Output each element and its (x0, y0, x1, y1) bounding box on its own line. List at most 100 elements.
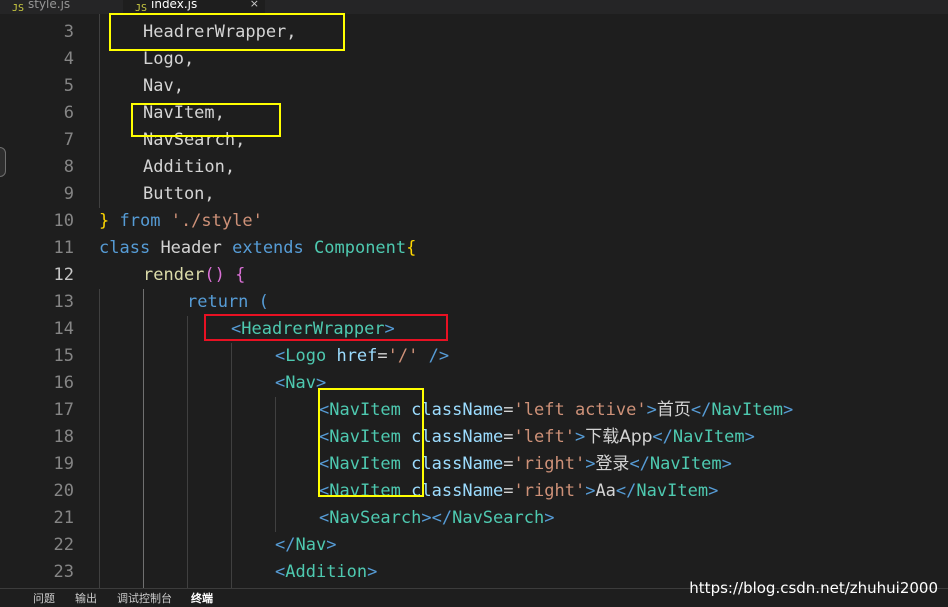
code-token: = (503, 400, 514, 420)
code-token: > (708, 481, 719, 501)
code-line-current: render() { (143, 262, 245, 289)
code-token: './style' (170, 211, 263, 231)
code-line: Logo, (143, 46, 194, 73)
code-token: NavItem (711, 400, 783, 420)
code-token: > (315, 373, 327, 393)
code-token: Logo (285, 346, 327, 366)
line-number: 14 (53, 319, 74, 339)
close-icon[interactable]: × (250, 0, 259, 14)
code-token: < (319, 400, 330, 420)
panel-tab-output[interactable]: 输出 (75, 591, 97, 607)
code-token: > (744, 427, 755, 447)
line-number: 10 (53, 211, 74, 231)
code-token: < (319, 427, 330, 447)
indent-guide (275, 397, 276, 532)
code-token: > (544, 508, 555, 528)
code-token: 'left' (513, 427, 575, 447)
code-token: () (204, 265, 225, 285)
indent-guide (99, 289, 100, 588)
code-line: </Nav> (275, 532, 336, 559)
code-token: = (377, 346, 388, 366)
panel-tab-problems[interactable]: 问题 (33, 591, 55, 607)
code-token: extends (232, 238, 304, 258)
code-token: /> (428, 346, 450, 366)
code-token: < (319, 454, 330, 474)
tab-style-js[interactable]: JS style.js (0, 0, 122, 14)
code-token: ( (258, 292, 269, 312)
code-line: } from './style' (99, 208, 263, 235)
line-number-current: 12 (53, 265, 74, 285)
code-token: className (411, 427, 504, 447)
code-token: return (187, 292, 249, 312)
indent-guide-active (143, 289, 144, 588)
code-token: > (721, 454, 732, 474)
code-line: <NavItem className='right'>Aa</NavItem> (319, 478, 718, 505)
line-number: 17 (53, 400, 74, 420)
code-token: NavSearch (452, 508, 545, 528)
code-token: NavItem (672, 427, 745, 447)
code-token: HeadrerWrapper (241, 319, 385, 339)
code-token: NavItem, (143, 103, 225, 123)
line-number: 3 (63, 22, 74, 42)
code-token: Header (160, 238, 222, 258)
line-number: 5 (63, 76, 74, 96)
tab-label: style.js (28, 0, 71, 11)
code-token: Nav, (143, 76, 184, 96)
code-line: Addition, (143, 154, 235, 181)
line-number: 8 (63, 157, 74, 177)
code-token: > (574, 427, 586, 447)
code-line: Button, (143, 181, 215, 208)
code-token: class (99, 238, 151, 258)
tab-index-js[interactable]: JS index.js × (123, 0, 265, 14)
code-token: 首页 (656, 400, 691, 420)
code-token: < (275, 373, 286, 393)
line-number-gutter: 3 4 5 6 7 8 9 10 11 12 13 14 15 16 17 18… (12, 14, 78, 588)
indent-guide (99, 14, 100, 208)
code-token: 'left active' (513, 400, 647, 420)
code-token: NavItem (329, 481, 401, 501)
code-token: </ (275, 535, 296, 555)
panel-tab-debug-console[interactable]: 调试控制台 (117, 591, 172, 607)
code-token: NavSearch (329, 508, 422, 528)
code-line: return ( (187, 289, 269, 316)
code-token: Nav (285, 373, 316, 393)
code-token: </ (690, 400, 712, 420)
activity-bar-edge (0, 14, 12, 588)
code-token: NavSearch, (143, 130, 246, 150)
code-editor[interactable]: HeadrerWrapper, Logo, Nav, NavItem, NavS… (99, 14, 948, 588)
code-token: 下载App (585, 427, 653, 447)
code-token: > (326, 535, 337, 555)
line-number: 4 (63, 49, 74, 69)
code-token: Aa (595, 481, 616, 501)
sidebar-toggle-handle[interactable] (0, 147, 6, 177)
tab-label: index.js (151, 0, 198, 11)
code-token: Addition (285, 562, 368, 582)
code-token: Logo, (143, 49, 195, 69)
line-number: 19 (53, 454, 74, 474)
code-line: <NavItem className='left'>下载App</NavItem… (319, 424, 755, 451)
code-token: < (319, 508, 330, 528)
panel-tab-terminal[interactable]: 终端 (191, 591, 213, 607)
code-line: class Header extends Component{ (99, 235, 416, 262)
code-line: <Logo href='/' /> (275, 343, 449, 370)
code-token: = (503, 481, 514, 501)
code-token: href (336, 346, 378, 366)
code-token: NavItem (636, 481, 709, 501)
code-line: <Addition> (275, 559, 377, 586)
line-number: 23 (53, 562, 74, 582)
code-token: HeadrerWrapper, (143, 22, 297, 42)
code-token: < (231, 319, 242, 339)
line-number: 7 (63, 130, 74, 150)
code-token: Nav (295, 535, 327, 555)
code-token: </ (652, 427, 673, 447)
code-token: 登录 (595, 454, 630, 474)
indent-guide (187, 316, 188, 588)
